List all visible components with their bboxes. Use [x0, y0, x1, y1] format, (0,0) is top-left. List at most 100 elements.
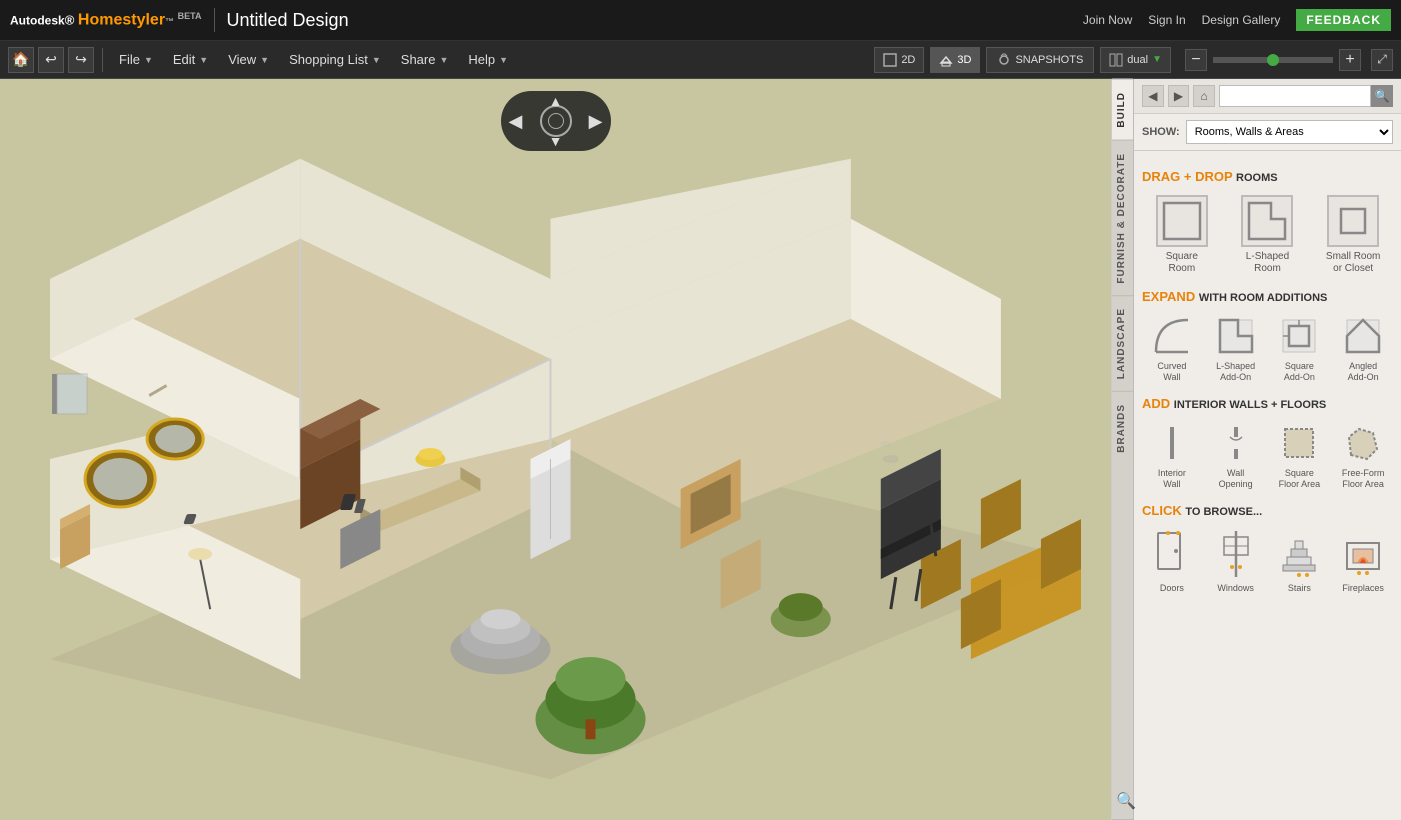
view-2d-button[interactable]: 2D — [874, 47, 924, 73]
sign-in-link[interactable]: Sign In — [1148, 13, 1185, 27]
edit-menu[interactable]: Edit▼ — [165, 50, 216, 69]
show-dropdown[interactable]: Rooms, Walls & AreasFurnitureAll — [1186, 120, 1393, 144]
panel-search-input[interactable] — [1219, 85, 1371, 107]
l-shaped-add-item[interactable]: L-ShapedAdd-On — [1206, 311, 1266, 386]
dual-view-button[interactable]: dual ▼ — [1100, 47, 1171, 73]
interior-wall-shape — [1150, 421, 1194, 465]
stairs-item[interactable]: Stairs — [1270, 525, 1330, 596]
side-tabs: BUILD FURNISH & DECORATE LANDSCAPE BRAND… — [1112, 79, 1134, 820]
panel-forward-button[interactable]: ▶ — [1168, 85, 1190, 107]
tab-brands[interactable]: BRANDS — [1112, 391, 1133, 465]
wall-opening-item[interactable]: WallOpening — [1206, 418, 1266, 493]
freeform-floor-label: Free-FormFloor Area — [1342, 468, 1385, 490]
home-button[interactable]: 🏠 — [8, 47, 34, 73]
zoom-out-button[interactable]: − — [1185, 49, 1207, 71]
square-floor-item[interactable]: SquareFloor Area — [1270, 418, 1330, 493]
zoom-in-button[interactable]: + — [1339, 49, 1361, 71]
interior-title-black: INTERIOR WALLS + FLOORS — [1174, 399, 1326, 411]
click-title-orange: CLICK — [1142, 503, 1182, 518]
l-shaped-add-shape — [1214, 314, 1258, 358]
beta-badge: BETA — [178, 11, 202, 21]
share-menu[interactable]: Share▼ — [393, 50, 457, 69]
l-shaped-room-label: L-ShapedRoom — [1246, 251, 1289, 275]
toolbar-separator-1 — [102, 48, 103, 72]
interior-wall-label: InteriorWall — [1158, 468, 1186, 490]
freeform-floor-item[interactable]: Free-FormFloor Area — [1333, 418, 1393, 493]
square-room-label: SquareRoom — [1166, 251, 1198, 275]
panel-back-button[interactable]: ◀ — [1142, 85, 1164, 107]
homestyler-text: Homestyler — [78, 11, 165, 28]
expand-title-orange: EXPAND — [1142, 289, 1195, 304]
panel-header: ◀ ▶ ⌂ 🔍 — [1134, 79, 1401, 114]
small-room-item[interactable]: Small Roomor Closet — [1313, 191, 1393, 279]
curved-wall-item[interactable]: CurvedWall — [1142, 311, 1202, 386]
undo-button[interactable]: ↩ — [38, 47, 64, 73]
interior-wall-item[interactable]: InteriorWall — [1142, 418, 1202, 493]
zoom-slider[interactable] — [1213, 57, 1333, 63]
click-grid: Doors — [1142, 525, 1393, 596]
help-menu[interactable]: Help▼ — [460, 50, 516, 69]
top-bar: Autodesk® Homestyler™ BETA Untitled Desi… — [0, 0, 1401, 41]
drag-drop-title-orange: DRAG + DROP — [1142, 169, 1232, 184]
side-tab-spacer — [1112, 465, 1133, 783]
windows-item[interactable]: Windows — [1206, 525, 1266, 596]
tm-text: ™ — [165, 16, 174, 26]
stairs-label: Stairs — [1288, 583, 1311, 593]
side-tabs-container: BUILD FURNISH & DECORATE LANDSCAPE BRAND… — [1112, 79, 1401, 820]
rooms-grid: SquareRoom L-ShapedRoom — [1142, 191, 1393, 279]
doors-shape — [1150, 528, 1194, 580]
panel-home-button[interactable]: ⌂ — [1193, 85, 1215, 107]
redo-button[interactable]: ↪ — [68, 47, 94, 73]
angled-add-label: AngledAdd-On — [1348, 361, 1379, 383]
join-now-link[interactable]: Join Now — [1083, 13, 1132, 27]
file-menu[interactable]: File▼ — [111, 50, 161, 69]
canvas-area[interactable]: ▲ ◀ ▶ ▼ — [0, 79, 1111, 820]
small-room-label: Small Roomor Closet — [1326, 251, 1380, 275]
snapshots-button[interactable]: SNAPSHOTS — [986, 47, 1094, 73]
expand-grid: CurvedWall L-ShapedAdd-On — [1142, 311, 1393, 386]
square-add-shape — [1277, 314, 1321, 358]
nav-center-inner — [548, 113, 564, 129]
square-room-shape — [1156, 195, 1208, 247]
feedback-button[interactable]: FEEDBACK — [1296, 9, 1391, 31]
wall-opening-shape — [1214, 421, 1258, 465]
view-3d-button[interactable]: 3D — [930, 47, 980, 73]
doors-item[interactable]: Doors — [1142, 525, 1202, 596]
design-gallery-link[interactable]: Design Gallery — [1202, 13, 1281, 27]
tab-landscape[interactable]: LANDSCAPE — [1112, 295, 1133, 391]
view-menu[interactable]: View▼ — [220, 50, 277, 69]
nav-down-button[interactable]: ▼ — [549, 133, 563, 149]
square-add-label: SquareAdd-On — [1284, 361, 1315, 383]
panel-content: DRAG + DROP ROOMS SquareRoom — [1134, 151, 1401, 820]
logo-area: Autodesk® Homestyler™ BETA — [10, 11, 202, 29]
fullscreen-button[interactable]: ⤢ — [1371, 49, 1393, 71]
nav-left-button[interactable]: ◀ — [509, 111, 523, 132]
view-mode-area: 2D 3D SNAPSHOTS dual ▼ − + ⤢ — [874, 47, 1393, 73]
panel-search-button[interactable]: 🔍 — [1371, 85, 1393, 107]
expand-title: EXPAND WITH ROOM ADDITIONS — [1142, 289, 1393, 305]
interior-grid: InteriorWall WallOpening — [1142, 418, 1393, 493]
l-shaped-room-item[interactable]: L-ShapedRoom — [1228, 191, 1308, 279]
drag-drop-title: DRAG + DROP ROOMS — [1142, 169, 1393, 185]
zoom-panel-button[interactable]: 🔍 — [1112, 783, 1133, 820]
square-add-item[interactable]: SquareAdd-On — [1270, 311, 1330, 386]
nav-up-button[interactable]: ▲ — [549, 93, 563, 109]
shopping-list-menu[interactable]: Shopping List▼ — [281, 50, 389, 69]
fireplaces-label: Fireplaces — [1342, 583, 1384, 593]
fireplaces-item[interactable]: Fireplaces — [1333, 525, 1393, 596]
navigation-widget[interactable]: ▲ ◀ ▶ ▼ — [501, 91, 611, 151]
tab-build[interactable]: BUILD — [1112, 79, 1133, 140]
stairs-shape — [1277, 528, 1321, 580]
windows-shape — [1214, 528, 1258, 580]
design-title: Untitled Design — [227, 10, 349, 31]
curved-wall-shape — [1150, 314, 1194, 358]
curved-wall-label: CurvedWall — [1157, 361, 1186, 383]
tab-furnish[interactable]: FURNISH & DECORATE — [1112, 140, 1133, 296]
show-row: SHOW: Rooms, Walls & AreasFurnitureAll — [1134, 114, 1401, 151]
square-floor-label: SquareFloor Area — [1279, 468, 1321, 490]
angled-add-item[interactable]: AngledAdd-On — [1333, 311, 1393, 386]
nav-right-button[interactable]: ▶ — [589, 111, 603, 132]
zoom-area: − + — [1185, 49, 1361, 71]
square-room-item[interactable]: SquareRoom — [1142, 191, 1222, 279]
panel-search-area: 🔍 — [1219, 85, 1393, 107]
